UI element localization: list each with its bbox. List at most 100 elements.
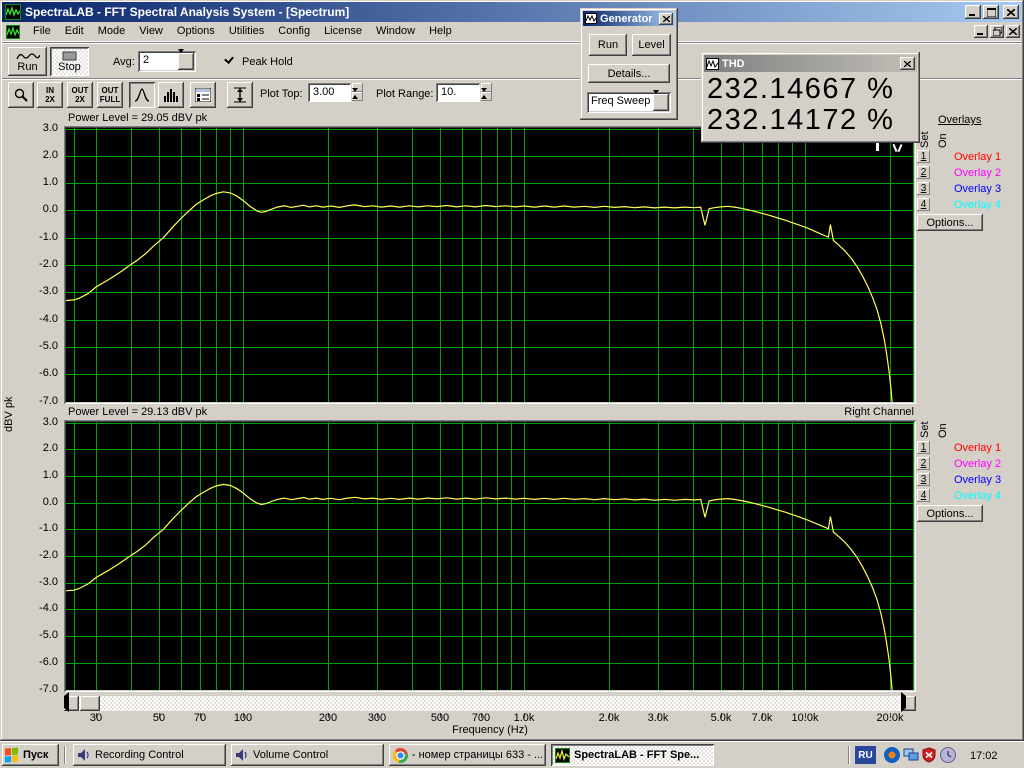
plot-range-spinner[interactable] bbox=[481, 83, 492, 104]
overlay-options-button-top[interactable]: Options... bbox=[917, 214, 983, 231]
menu-utilities[interactable]: Utilities bbox=[222, 23, 271, 40]
thd-close-button[interactable] bbox=[900, 57, 915, 70]
task-button-label: Recording Control bbox=[95, 749, 184, 761]
plot-top-spinner[interactable] bbox=[352, 83, 363, 104]
menu-help[interactable]: Help bbox=[422, 23, 459, 40]
y-tick-label: -6.0 bbox=[39, 656, 58, 668]
generator-mode-dropdown-arrow[interactable] bbox=[653, 90, 669, 111]
overlay-set-button-3[interactable]: 3 bbox=[917, 473, 930, 486]
plot-top[interactable] bbox=[64, 126, 916, 404]
menu-mode[interactable]: Mode bbox=[91, 23, 133, 40]
language-indicator[interactable]: RU bbox=[855, 746, 876, 764]
menu-config[interactable]: Config bbox=[271, 23, 317, 40]
overlay-set-button-4[interactable]: 4 bbox=[917, 198, 930, 211]
menu-view[interactable]: View bbox=[132, 23, 170, 40]
menu-license[interactable]: License bbox=[317, 23, 369, 40]
scrollbar-right-arrow[interactable] bbox=[901, 692, 916, 712]
chrome-icon bbox=[393, 747, 408, 763]
task-button-2[interactable]: Volume Control bbox=[231, 744, 384, 766]
task-button-label: SpectraLAB - FFT Spe... bbox=[574, 749, 700, 761]
thd-title-bar[interactable]: THD bbox=[704, 55, 917, 72]
y-tick-label: -4.0 bbox=[39, 313, 58, 325]
spectrum-view-button[interactable] bbox=[129, 82, 155, 108]
menu-window[interactable]: Window bbox=[369, 23, 422, 40]
spectrum-canvas-left-channel[interactable] bbox=[66, 128, 914, 402]
clock: 17:02 bbox=[970, 750, 998, 762]
maximize-button[interactable] bbox=[983, 5, 999, 19]
generator-run-button[interactable]: Run bbox=[589, 34, 627, 56]
y-tick-label: 3.0 bbox=[42, 122, 58, 134]
app-round-icon[interactable] bbox=[884, 747, 900, 763]
generator-window: Generator Run Level Details... Freq Swee… bbox=[580, 8, 678, 120]
mdi-restore-button[interactable] bbox=[990, 25, 1004, 38]
zoom-out-2x-button[interactable]: OUT 2X bbox=[67, 82, 93, 108]
y-tick-label: 1.0 bbox=[42, 469, 58, 481]
zoom-in-2x-label: IN 2X bbox=[45, 86, 55, 104]
overlay-set-button-2[interactable]: 2 bbox=[917, 166, 930, 179]
taskbar: Пуск Recording Control Volume Control - но… bbox=[0, 741, 1024, 768]
generator-level-button[interactable]: Level bbox=[632, 34, 671, 56]
y-tick-label: 3.0 bbox=[42, 416, 58, 428]
generator-title-bar[interactable]: Generator bbox=[583, 11, 675, 26]
taskbar-separator[interactable] bbox=[64, 746, 66, 764]
scrollbar-left-arrow[interactable] bbox=[64, 692, 79, 712]
x-axis-title: Frequency (Hz) bbox=[452, 724, 528, 736]
x-tick-label: 500 bbox=[430, 712, 450, 724]
zoom-tool-button[interactable] bbox=[8, 82, 34, 108]
overlay-options-button-bottom[interactable]: Options... bbox=[917, 505, 983, 522]
plot-range-spin-down[interactable] bbox=[481, 88, 492, 104]
scheduler-round-icon[interactable] bbox=[940, 747, 956, 763]
generator-mode-combobox[interactable]: Freq Sweep bbox=[587, 90, 671, 113]
vertical-range-icon bbox=[234, 87, 246, 103]
generator-level-label: Level bbox=[638, 39, 665, 51]
zoom-out-full-button[interactable]: OUT FULL bbox=[97, 82, 123, 108]
overlay-set-button-1[interactable]: 1 bbox=[917, 150, 930, 163]
frequency-scrollbar[interactable] bbox=[64, 692, 916, 712]
overlay-set-button-1[interactable]: 1 bbox=[917, 441, 930, 454]
avg-dropdown-arrow[interactable] bbox=[178, 49, 194, 70]
mdi-document-icon[interactable] bbox=[6, 24, 20, 39]
x-tick-label: 10.0k bbox=[791, 712, 819, 724]
minimize-button[interactable] bbox=[965, 5, 981, 19]
mdi-close-button[interactable] bbox=[1006, 25, 1020, 38]
scrollbar-thumb[interactable] bbox=[80, 696, 100, 711]
y-tick-label: 0.0 bbox=[42, 496, 58, 508]
y-tick-label: -5.0 bbox=[39, 629, 58, 641]
bars-view-button[interactable] bbox=[158, 82, 184, 108]
menu-options[interactable]: Options bbox=[170, 23, 222, 40]
network-icon[interactable] bbox=[903, 747, 919, 763]
zoom-in-2x-button[interactable]: IN 2X bbox=[37, 82, 63, 108]
start-button[interactable]: Пуск bbox=[2, 744, 59, 766]
spectrum-canvas-right-channel[interactable] bbox=[66, 422, 914, 690]
generator-details-button[interactable]: Details... bbox=[588, 64, 670, 83]
antivirus-shield-icon[interactable] bbox=[921, 747, 937, 763]
run-button[interactable]: Run bbox=[8, 47, 47, 76]
x-tick-label: 300 bbox=[367, 712, 387, 724]
task-button-1[interactable]: Recording Control bbox=[73, 744, 226, 766]
overlay-set-button-2[interactable]: 2 bbox=[917, 457, 930, 470]
menu-file[interactable]: File bbox=[26, 23, 58, 40]
avg-combobox[interactable]: 2 bbox=[138, 49, 196, 72]
plot-range-field[interactable]: 10. bbox=[436, 83, 480, 102]
overlay-set-button-4[interactable]: 4 bbox=[917, 489, 930, 502]
menu-items: File Edit Mode View Options Utilities Config Li… bbox=[26, 23, 459, 40]
plot-bottom[interactable] bbox=[64, 420, 916, 692]
task-button-4[interactable]: SpectraLAB - FFT Spe... bbox=[551, 744, 714, 766]
plot-top-spin-down[interactable] bbox=[352, 88, 363, 104]
menu-edit[interactable]: Edit bbox=[58, 23, 91, 40]
y-tick-label: 1.0 bbox=[42, 176, 58, 188]
plot-scale-button[interactable] bbox=[227, 82, 253, 108]
generator-close-button[interactable] bbox=[659, 12, 673, 25]
close-button[interactable] bbox=[1003, 5, 1019, 19]
task-button-3[interactable]: - номер страницы 633 - ... bbox=[389, 744, 546, 766]
start-label: Пуск bbox=[23, 749, 49, 761]
overlay-set-button-3[interactable]: 3 bbox=[917, 182, 930, 195]
mdi-minimize-button[interactable] bbox=[974, 25, 988, 38]
details-view-button[interactable] bbox=[190, 82, 216, 108]
overlay-label-3: Overlay 3 bbox=[954, 183, 1002, 195]
stop-button[interactable]: Stop bbox=[50, 47, 89, 76]
plot-top-field[interactable]: 3.00 bbox=[308, 83, 351, 102]
y-tick-label: 0.0 bbox=[42, 203, 58, 215]
list-options-icon bbox=[195, 88, 211, 102]
overlay-rows-bottom: 1 Overlay 1 2 Overlay 2 3 Overlay 3 4 Overlay 4 bbox=[917, 441, 1021, 505]
